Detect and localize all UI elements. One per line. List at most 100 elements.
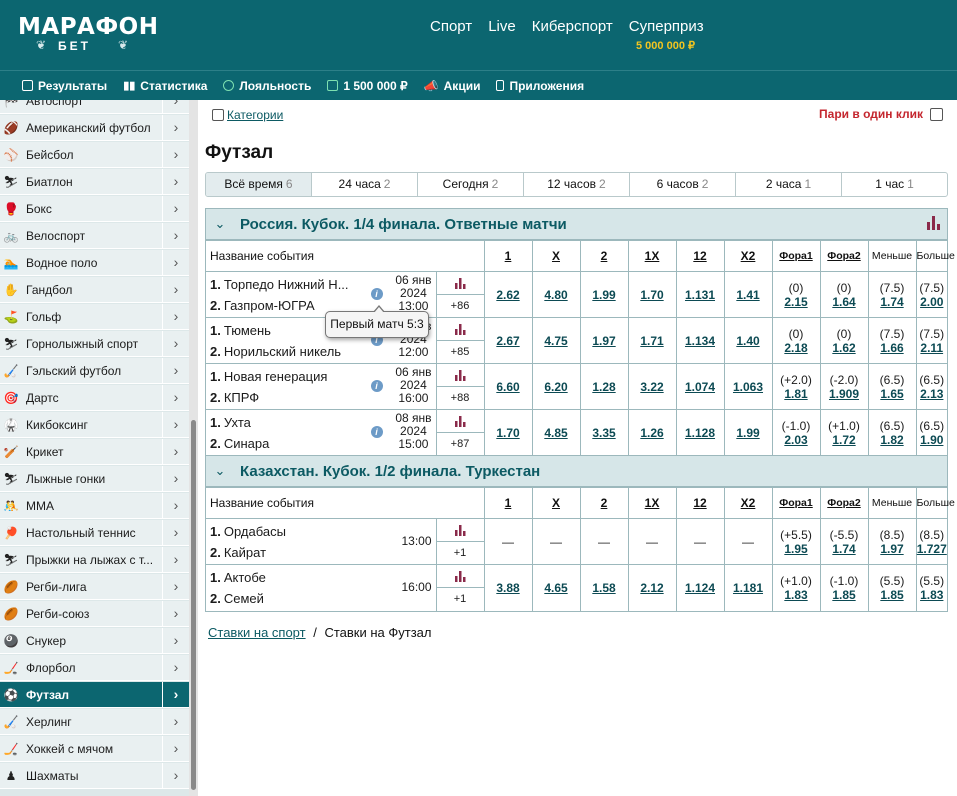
handicap-cell[interactable]: (6.5) 2.13 (915, 363, 947, 410)
info-icon[interactable]: i (370, 380, 383, 392)
handicap-cell[interactable]: (+1.0) 1.83 (771, 564, 820, 611)
categories-link[interactable]: Категории (227, 108, 283, 122)
chevron-right-icon[interactable]: › (162, 276, 189, 303)
odds-value[interactable]: 1.97 (869, 542, 916, 556)
odds-value[interactable]: 1.83 (917, 588, 948, 602)
sidebar-item[interactable]: 🏉 Регби-лига › (0, 573, 189, 600)
sidebar-item[interactable]: 🏑 Гэльский футбол › (0, 357, 189, 384)
odds-cell[interactable]: 3.88 (483, 564, 532, 611)
event-cell[interactable]: 1. Новая генерация 2. КПРФ 06 янв 2024 16:00 i (206, 363, 436, 410)
sidebar-item[interactable]: ♟ Шахматы › (0, 762, 189, 789)
odds-value[interactable]: 1.074 (685, 380, 715, 394)
sidebar-item[interactable]: 🏁 Автоспорт › (0, 100, 189, 114)
odds-value[interactable]: 1.909 (821, 387, 868, 401)
odds-value[interactable]: 2.18 (773, 341, 820, 355)
section-header[interactable]: ⌄ Казахстан. Кубок. 1/2 финала. Туркестан (206, 456, 947, 487)
odds-cell[interactable]: 1.26 (627, 409, 676, 456)
breadcrumb-link[interactable]: Ставки на спорт (208, 625, 306, 640)
handicap-cell[interactable]: (5.5) 1.83 (915, 564, 948, 611)
sidebar-item[interactable]: ⛷ Горнолыжный спорт › (0, 330, 189, 357)
odds-value[interactable]: 1.26 (640, 426, 663, 440)
event-cell[interactable]: 1. Актобе 2. Семей 16:00 (206, 564, 436, 611)
odds-value[interactable]: 2.62 (496, 288, 519, 302)
column-header-cx[interactable]: X (531, 240, 580, 272)
odds-value[interactable]: 1.82 (869, 433, 916, 447)
odds-value[interactable]: 1.28 (592, 380, 615, 394)
odds-value[interactable]: 4.80 (544, 288, 567, 302)
odds-value[interactable]: 2.11 (917, 341, 948, 355)
handicap-cell[interactable]: (7.5) 1.74 (867, 271, 916, 318)
more-markets[interactable]: +88 (437, 387, 484, 409)
handicap-cell[interactable]: (6.5) 1.90 (915, 409, 948, 456)
odds-value[interactable]: 1.64 (821, 295, 868, 309)
more-markets[interactable]: +1 (437, 588, 484, 610)
odds-value[interactable]: 6.20 (544, 380, 567, 394)
chevron-right-icon[interactable]: › (162, 195, 189, 222)
logo[interactable]: МАРАФОН БЕТ ❦ ❦ (18, 14, 158, 52)
odds-cell[interactable]: 1.28 (579, 363, 628, 410)
chevron-right-icon[interactable]: › (162, 546, 189, 573)
odds-value[interactable]: 2.00 (917, 295, 948, 309)
sidebar-item[interactable]: ⛷ Биатлон › (0, 168, 189, 195)
odds-value[interactable]: 2.67 (496, 334, 519, 348)
column-header-h1[interactable]: Фора1 (771, 487, 820, 519)
odds-value[interactable]: 1.72 (821, 433, 868, 447)
odds-cell[interactable]: 1.99 (579, 271, 628, 318)
chevron-right-icon[interactable]: › (162, 627, 189, 654)
time-filter-tab[interactable]: Всё время 6 (206, 173, 311, 196)
chevron-right-icon[interactable]: › (162, 654, 189, 681)
sidebar-item[interactable]: 🎱 Снукер › (0, 627, 189, 654)
odds-value[interactable]: 1.124 (685, 581, 715, 595)
handicap-cell[interactable]: (0) 1.62 (819, 317, 868, 364)
chevron-down-icon[interactable]: ⌄ (206, 463, 234, 479)
handicap-cell[interactable]: (+5.5) 1.95 (771, 518, 820, 565)
odds-value[interactable]: 1.90 (917, 433, 948, 447)
sidebar-item[interactable]: ⚾ Бейсбол › (0, 141, 189, 168)
handicap-cell[interactable]: (8.5) 1.727 (915, 518, 947, 565)
odds-value[interactable]: 1.70 (496, 426, 519, 440)
time-filter-tab[interactable]: 2 часа 1 (735, 173, 841, 196)
odds-value[interactable]: 1.128 (685, 426, 715, 440)
column-header-h2[interactable]: Фора2 (819, 240, 868, 272)
nav-stats[interactable]: ▮▮ Статистика (123, 79, 223, 93)
odds-cell[interactable]: 1.97 (579, 317, 628, 364)
odds-cell[interactable]: 1.40 (723, 317, 772, 364)
sidebar-item[interactable]: 🎯 Дартс › (0, 384, 189, 411)
chevron-right-icon[interactable]: › (162, 168, 189, 195)
categories-checkbox[interactable] (212, 109, 224, 121)
handicap-cell[interactable]: (-5.5) 1.74 (819, 518, 868, 565)
chevron-right-icon[interactable]: › (162, 411, 189, 438)
nav-superprize[interactable]: Суперприз (629, 18, 704, 35)
chevron-right-icon[interactable]: › (162, 100, 189, 114)
nav-sport[interactable]: Спорт (430, 18, 472, 35)
time-filter-tab[interactable]: 24 часа 2 (311, 173, 417, 196)
odds-cell[interactable]: 2.62 (483, 271, 532, 318)
sidebar-scroll-thumb[interactable] (191, 420, 196, 790)
column-header-c12[interactable]: 12 (675, 240, 724, 272)
column-header-h1[interactable]: Фора1 (771, 240, 820, 272)
column-header-c2[interactable]: 2 (579, 487, 628, 519)
sidebar-item[interactable]: 🏓 Настольный теннис › (0, 519, 189, 546)
odds-value[interactable]: 1.71 (640, 334, 663, 348)
handicap-cell[interactable]: (+2.0) 1.81 (771, 363, 820, 410)
handicap-cell[interactable]: (8.5) 1.97 (867, 518, 916, 565)
event-cell[interactable]: 1. Ухта 2. Синара 08 янв 2024 15:00 i (206, 409, 436, 456)
odds-value[interactable]: 6.60 (496, 380, 519, 394)
odds-value[interactable]: 1.74 (869, 295, 916, 309)
odds-cell[interactable]: 1.41 (723, 271, 772, 318)
handicap-cell[interactable]: (0) 2.18 (771, 317, 820, 364)
handicap-cell[interactable]: (7.5) 1.66 (867, 317, 916, 364)
sidebar-item[interactable]: 🏉 Регби-союз › (0, 600, 189, 627)
chevron-right-icon[interactable]: › (162, 735, 189, 762)
chevron-right-icon[interactable]: › (162, 249, 189, 276)
sidebar-item[interactable]: ⛷ Прыжки на лыжах с т... › (0, 546, 189, 573)
chevron-right-icon[interactable]: › (162, 681, 189, 708)
section-header[interactable]: ⌄ Россия. Кубок. 1/4 финала. Ответные мат… (206, 209, 947, 240)
handicap-cell[interactable]: (5.5) 1.85 (867, 564, 916, 611)
sidebar-item[interactable]: ⚽ Футзал › (0, 681, 189, 708)
time-filter-tab[interactable]: 6 часов 2 (629, 173, 735, 196)
odds-value[interactable]: 1.81 (773, 387, 820, 401)
nav-results[interactable]: Результаты (22, 79, 123, 93)
odds-value[interactable]: 3.35 (592, 426, 615, 440)
sidebar-item[interactable]: 🤼 ММА › (0, 492, 189, 519)
